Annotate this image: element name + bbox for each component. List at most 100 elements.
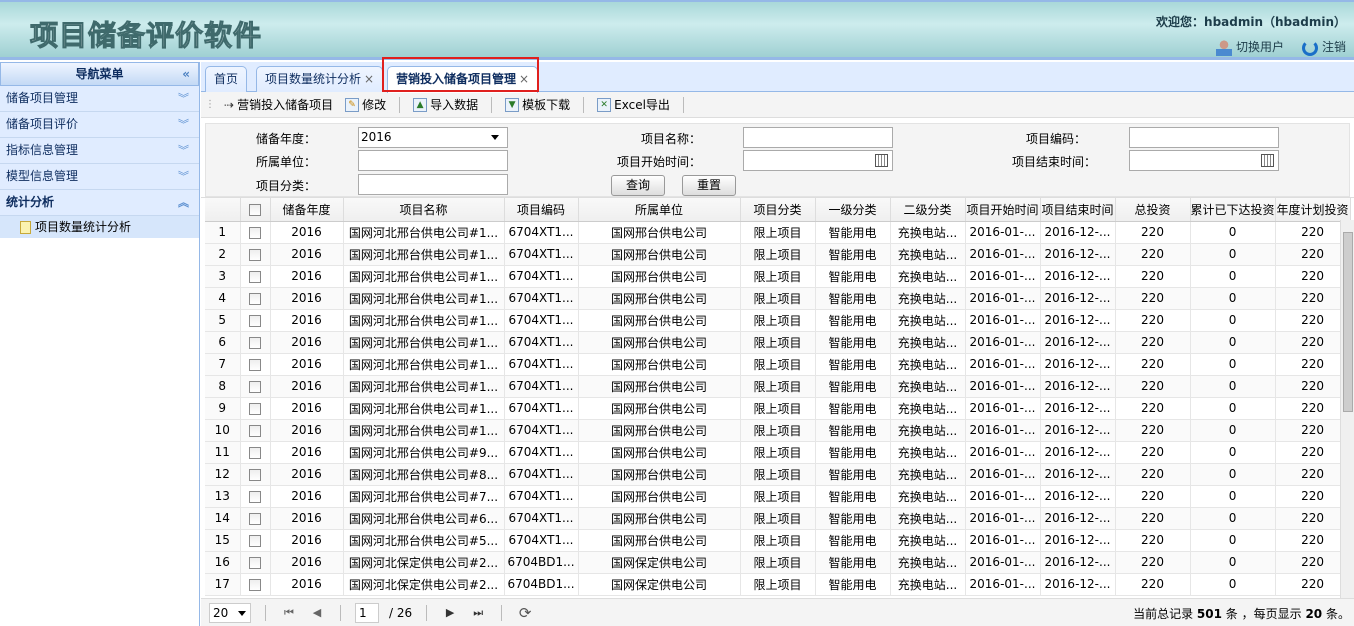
row-checkbox[interactable] <box>249 226 261 239</box>
sidebar-item-indicator-management[interactable]: 指标信息管理 ︾ <box>0 138 199 164</box>
column-header[interactable]: 项目编码 <box>504 198 579 222</box>
tab-project-count-analysis[interactable]: 项目数量统计分析 × <box>256 66 384 92</box>
column-header[interactable]: 二级分类 <box>890 198 966 222</box>
table-row[interactable]: 16 2016 国网河北保定供电公司#2... 6704BD1... 国网保定供电公司限… <box>205 551 1351 574</box>
column-header[interactable]: 所属单位 <box>578 198 741 222</box>
sidebar-item-reserve-management[interactable]: 储备项目管理 ︾ <box>0 86 199 112</box>
last-page-icon[interactable]: ⏭ <box>469 606 487 620</box>
table-row[interactable]: 4 2016 国网河北邢台供电公司#1... 6704XT1... 国网邢台供电公司 限上… <box>205 287 1351 310</box>
edit-button[interactable]: ✎ 修改 <box>342 96 389 113</box>
row-checkbox-cell[interactable] <box>240 353 271 376</box>
row-checkbox[interactable] <box>249 248 261 261</box>
sidebar-item-reserve-evaluation[interactable]: 储备项目评价 ︾ <box>0 112 199 138</box>
column-header[interactable]: 累计已下达投资 <box>1190 198 1276 222</box>
row-checkbox[interactable] <box>249 292 261 305</box>
import-button[interactable]: ▲ 导入数据 <box>410 96 481 113</box>
row-checkbox[interactable] <box>249 380 261 393</box>
row-checkbox[interactable] <box>249 446 261 459</box>
table-row[interactable]: 17 2016 国网河北保定供电公司#2... 6704BD1... 国网保定供电公司限… <box>205 573 1351 596</box>
name-input[interactable] <box>743 127 893 148</box>
prev-page-icon[interactable]: ◀ <box>308 606 326 619</box>
row-checkbox-cell[interactable] <box>240 243 271 266</box>
row-checkbox[interactable] <box>249 578 261 591</box>
row-checkbox-cell[interactable] <box>240 507 271 530</box>
row-checkbox-cell[interactable] <box>240 441 271 464</box>
table-row[interactable]: 12 2016 国网河北邢台供电公司#8... 6704XT1... 国网邢台供电公司限… <box>205 463 1351 486</box>
reset-button[interactable]: 重置 <box>682 175 736 196</box>
column-header[interactable]: 年度计划投资 <box>1275 198 1351 222</box>
template-download-button[interactable]: ▼ 模板下载 <box>502 96 573 113</box>
table-row[interactable]: 14 2016 国网河北邢台供电公司#6... 6704XT1... 国网邢台供电公司限… <box>205 507 1351 530</box>
excel-export-button[interactable]: ✕ Excel导出 <box>594 96 673 113</box>
table-row[interactable]: 1 2016 国网河北邢台供电公司#1... 6704XT1... 国网邢台供电公司 限上… <box>205 221 1351 244</box>
next-page-icon[interactable]: ▶ <box>441 606 459 619</box>
tab-home[interactable]: 首页 <box>205 66 248 92</box>
page-number-input[interactable]: 1 <box>355 602 379 623</box>
row-checkbox-cell[interactable] <box>240 221 271 244</box>
unit-input[interactable] <box>358 150 508 171</box>
logout-button[interactable]: 注销 <box>1301 38 1346 56</box>
row-checkbox-cell[interactable] <box>240 573 271 596</box>
collapse-sidebar-icon[interactable]: « <box>182 63 190 85</box>
column-header[interactable]: 项目名称 <box>343 198 505 222</box>
table-row[interactable]: 13 2016 国网河北邢台供电公司#7... 6704XT1... 国网邢台供电公司限… <box>205 485 1351 508</box>
row-checkbox-cell[interactable] <box>240 309 271 332</box>
refresh-icon[interactable]: ⟳ <box>516 604 534 622</box>
vertical-scrollbar[interactable] <box>1340 220 1354 598</box>
category-input[interactable] <box>358 174 508 195</box>
table-row[interactable]: 6 2016 国网河北邢台供电公司#1... 6704XT1... 国网邢台供电公司 限上… <box>205 331 1351 354</box>
row-checkbox[interactable] <box>249 424 261 437</box>
select-all-checkbox-cell[interactable] <box>240 198 271 222</box>
year-select[interactable]: 2016 <box>358 127 508 148</box>
column-header[interactable]: 项目分类 <box>740 198 816 222</box>
row-checkbox-cell[interactable] <box>240 265 271 288</box>
scrollbar-thumb[interactable] <box>1343 232 1353 412</box>
row-checkbox[interactable] <box>249 336 261 349</box>
select-all-checkbox[interactable] <box>249 203 261 216</box>
column-header[interactable]: 一级分类 <box>815 198 891 222</box>
table-row[interactable]: 3 2016 国网河北邢台供电公司#1... 6704XT1... 国网邢台供电公司 限上… <box>205 265 1351 288</box>
end-time-input[interactable] <box>1129 150 1279 171</box>
sidebar-item-statistics[interactable]: 统计分析 ︽ <box>0 190 199 216</box>
table-row[interactable]: 7 2016 国网河北邢台供电公司#1... 6704XT1... 国网邢台供电公司 限上… <box>205 353 1351 376</box>
page-size-select[interactable]: 20 <box>209 602 251 623</box>
start-time-input[interactable] <box>743 150 893 171</box>
table-row[interactable]: 8 2016 国网河北邢台供电公司#1... 6704XT1... 国网邢台供电公司 限上… <box>205 375 1351 398</box>
column-header[interactable]: 项目结束时间 <box>1040 198 1116 222</box>
row-checkbox-cell[interactable] <box>240 419 271 442</box>
row-checkbox[interactable] <box>249 468 261 481</box>
calendar-icon[interactable] <box>875 154 888 167</box>
row-checkbox[interactable] <box>249 402 261 415</box>
column-header[interactable]: 项目开始时间 <box>965 198 1041 222</box>
row-checkbox-cell[interactable] <box>240 287 271 310</box>
table-row[interactable]: 11 2016 国网河北邢台供电公司#9... 6704XT1... 国网邢台供电公司限… <box>205 441 1351 464</box>
row-checkbox[interactable] <box>249 556 261 569</box>
row-checkbox-cell[interactable] <box>240 551 271 574</box>
code-input[interactable] <box>1129 127 1279 148</box>
row-checkbox[interactable] <box>249 314 261 327</box>
table-row[interactable]: 5 2016 国网河北邢台供电公司#1... 6704XT1... 国网邢台供电公司 限上… <box>205 309 1351 332</box>
row-checkbox[interactable] <box>249 534 261 547</box>
table-row[interactable]: 15 2016 国网河北邢台供电公司#5... 6704XT1... 国网邢台供电公司限… <box>205 529 1351 552</box>
row-checkbox[interactable] <box>249 490 261 503</box>
row-checkbox-cell[interactable] <box>240 463 271 486</box>
first-page-icon[interactable]: ⏮ <box>280 606 298 620</box>
row-checkbox-cell[interactable] <box>240 331 271 354</box>
table-row[interactable]: 10 2016 国网河北邢台供电公司#1... 6704XT1... 国网邢台供电公司限… <box>205 419 1351 442</box>
row-checkbox-cell[interactable] <box>240 397 271 420</box>
row-checkbox-cell[interactable] <box>240 529 271 552</box>
row-checkbox-cell[interactable] <box>240 375 271 398</box>
row-checkbox[interactable] <box>249 270 261 283</box>
row-checkbox-cell[interactable] <box>240 485 271 508</box>
column-header[interactable]: 储备年度 <box>270 198 344 222</box>
row-checkbox[interactable] <box>249 358 261 371</box>
close-icon[interactable]: × <box>364 72 374 86</box>
calendar-icon[interactable] <box>1261 154 1274 167</box>
sidebar-item-model-management[interactable]: 模型信息管理 ︾ <box>0 164 199 190</box>
query-button[interactable]: 查询 <box>611 175 665 196</box>
row-checkbox[interactable] <box>249 512 261 525</box>
sidebar-subitem-project-count-analysis[interactable]: 项目数量统计分析 <box>0 216 199 238</box>
column-header[interactable]: 总投资 <box>1115 198 1191 222</box>
switch-user-button[interactable]: 切换用户 <box>1215 38 1284 56</box>
table-row[interactable]: 2 2016 国网河北邢台供电公司#1... 6704XT1... 国网邢台供电公司 限上… <box>205 243 1351 266</box>
